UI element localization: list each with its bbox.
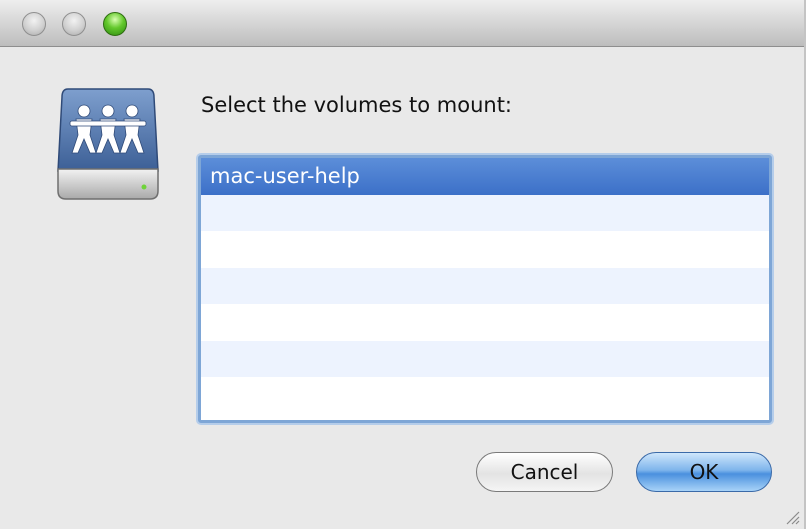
volume-list-item[interactable] [201,267,769,304]
ok-button[interactable]: OK [636,452,772,492]
dialog-prompt: Select the volumes to mount: [201,93,513,117]
volume-list-item[interactable] [201,377,769,414]
volume-list-item[interactable] [201,340,769,377]
title-bar [0,0,804,47]
volume-list-item[interactable] [201,304,769,341]
close-icon[interactable] [22,12,46,36]
volume-list-item[interactable] [201,194,769,231]
volume-list[interactable]: mac-user-help [198,155,772,423]
mount-volumes-dialog: Select the volumes to mount: mac-user-he… [0,0,806,529]
resize-grip-icon[interactable] [784,509,800,525]
volume-list-item[interactable] [201,231,769,268]
volume-list-item[interactable]: mac-user-help [201,158,769,195]
minimize-icon[interactable] [62,12,86,36]
cancel-button[interactable]: Cancel [476,452,613,492]
zoom-icon[interactable] [103,12,127,36]
network-share-icon [57,88,159,200]
